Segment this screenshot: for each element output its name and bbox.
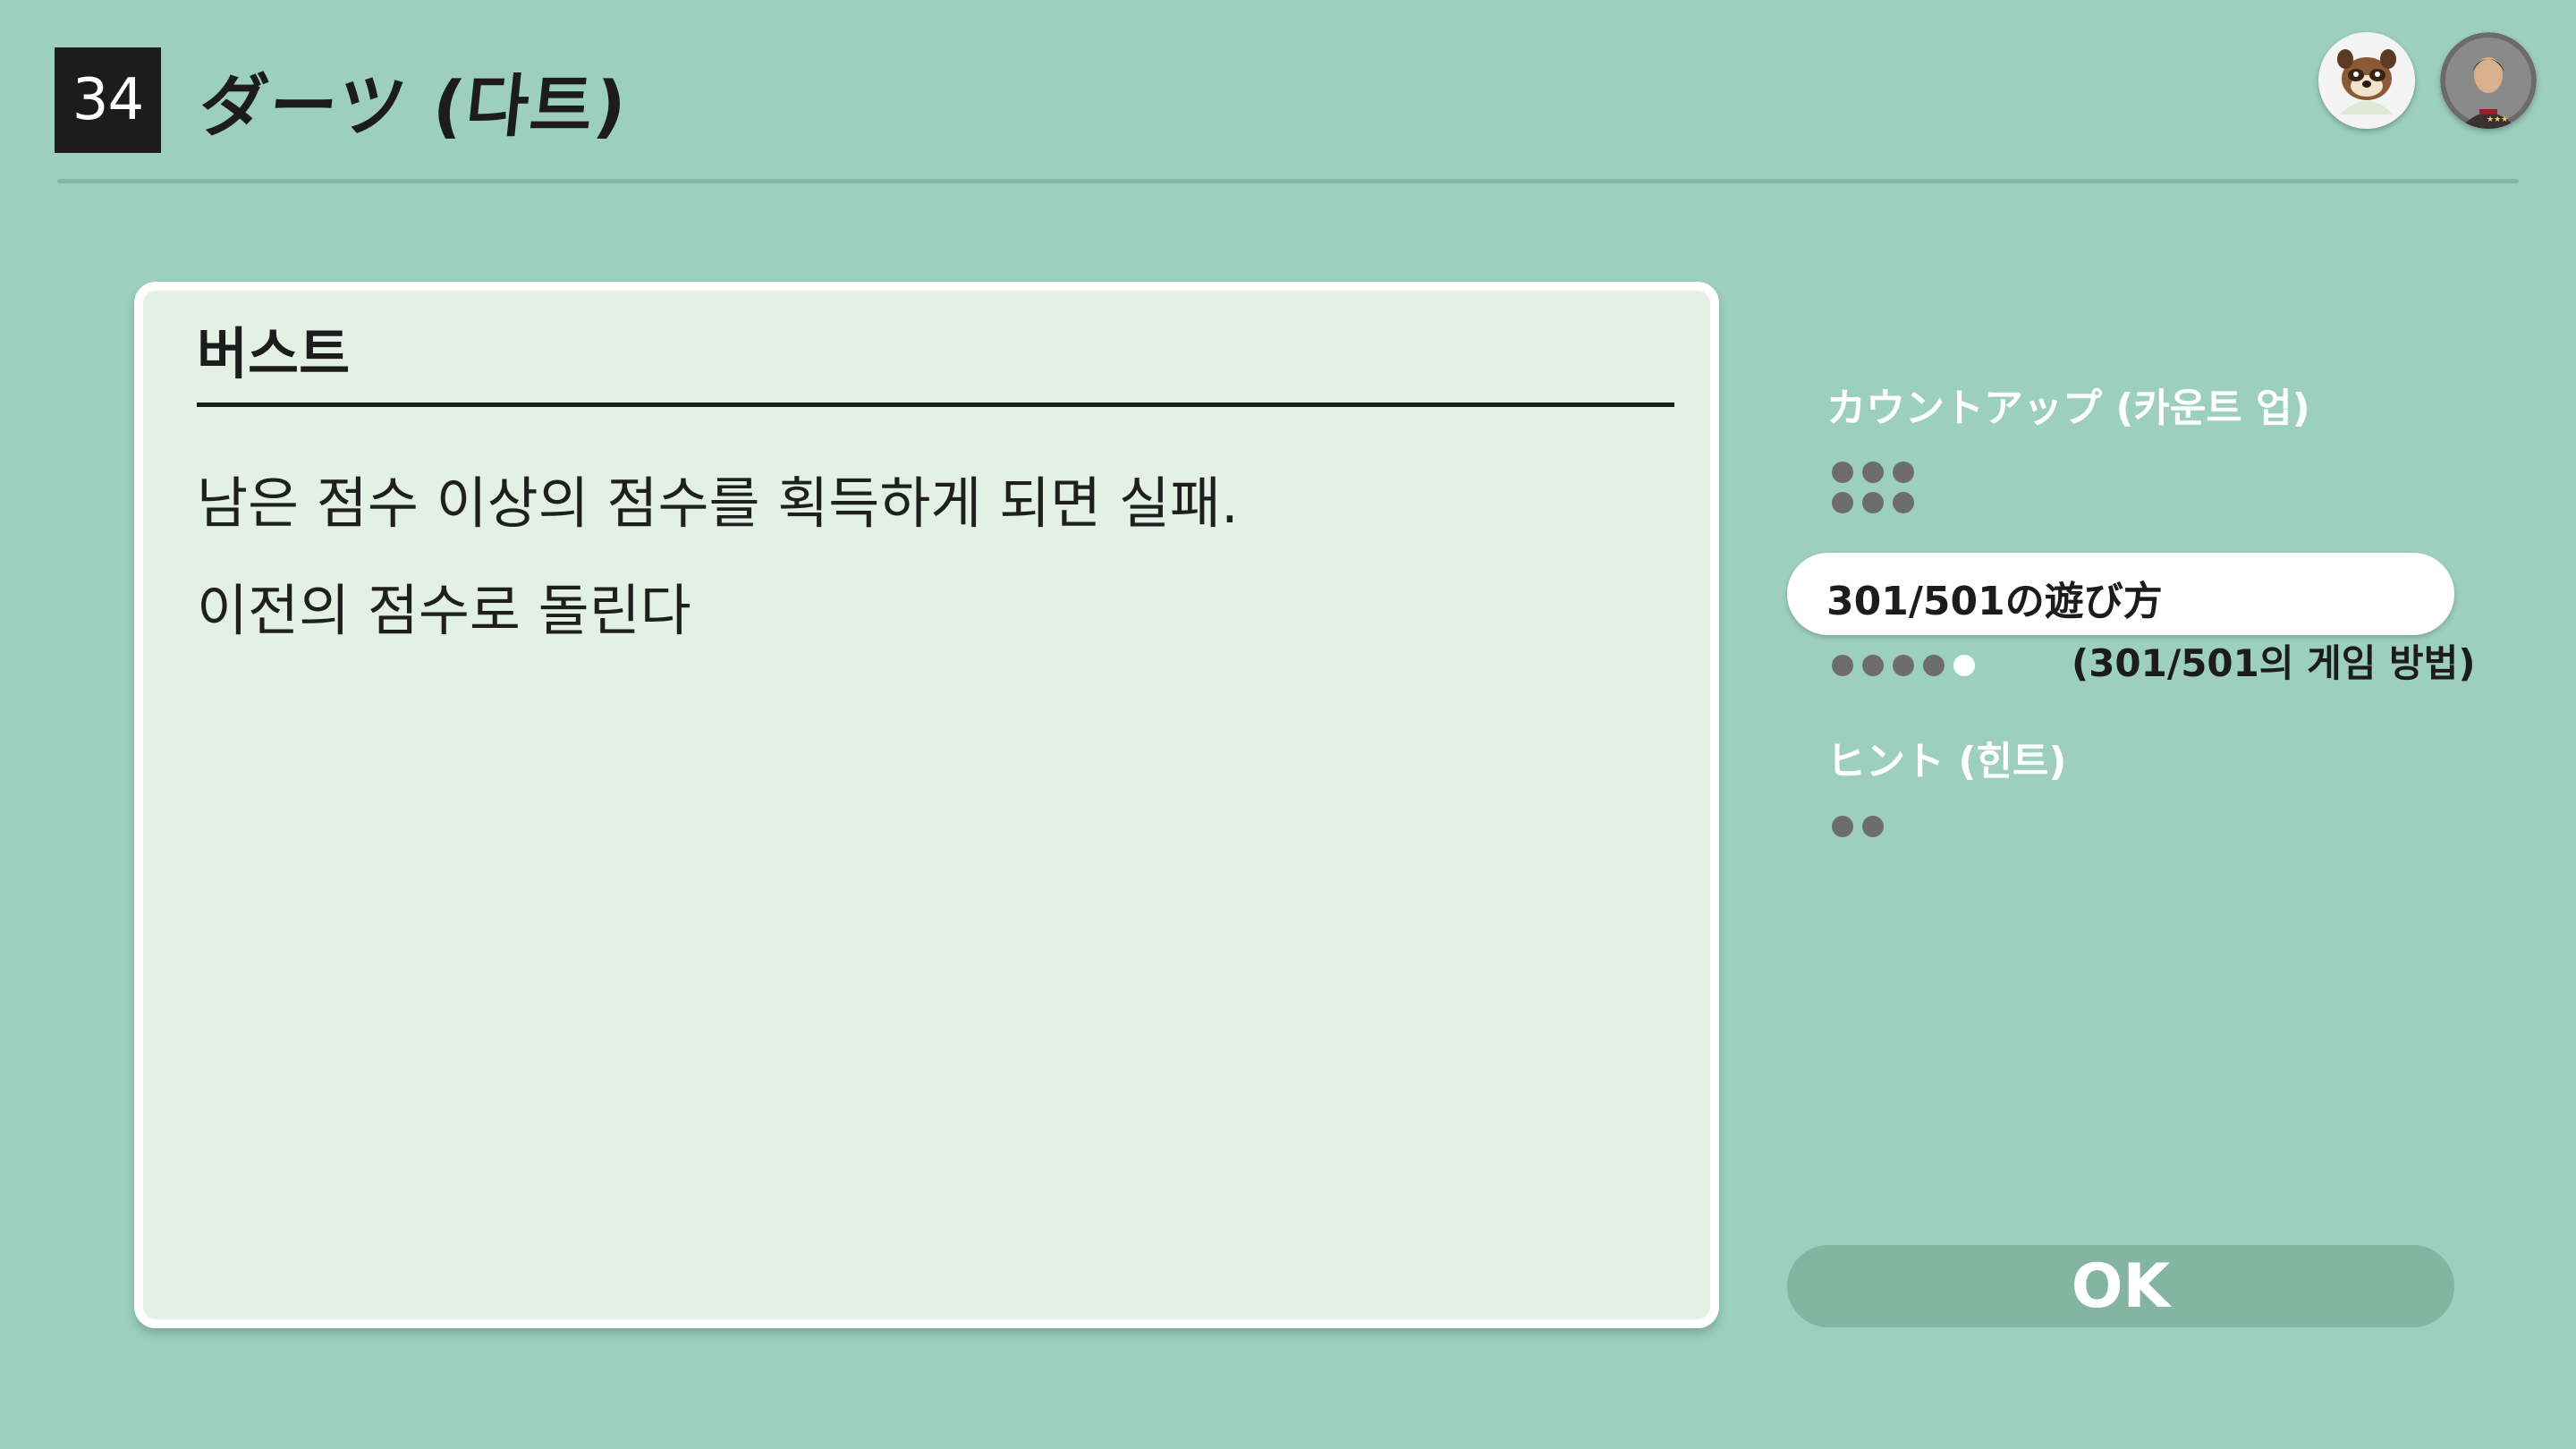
sidebar-item-301-501[interactable]: 301/501の遊び方 xyxy=(1787,553,2454,635)
sidebar-item-hint[interactable]: ヒント (힌트) xyxy=(1826,729,2067,786)
page-dot xyxy=(1832,816,1853,837)
page-dot xyxy=(1832,492,1853,513)
sidebar-item-label: 301/501の遊び方 xyxy=(1826,579,2163,624)
page-indicator-hint xyxy=(1832,816,1884,837)
selected-item-subtitle: (301/501의 게임 방법) xyxy=(2072,641,2476,685)
page-dot-current xyxy=(1953,655,1975,676)
page-dot xyxy=(1893,655,1914,676)
panel-line: 남은 점수 이상의 점수를 획득하게 되면 실패. xyxy=(197,470,1239,536)
page-dot xyxy=(1862,816,1884,837)
page-dot xyxy=(1893,492,1914,513)
page-title: ダーツ (다트) xyxy=(195,66,632,146)
sidebar-item-count-up[interactable]: カウントアップ (카운트 업) xyxy=(1826,376,2310,433)
page-dot xyxy=(1862,462,1884,483)
panel-line: 이전의 점수로 돌린다 xyxy=(197,578,691,643)
page-dot xyxy=(1923,655,1945,676)
sidebar: カウントアップ (카운트 업) 301/501の遊び方 (301/501의 게임… xyxy=(1787,0,2521,1449)
page-dot xyxy=(1832,462,1853,483)
page-dot xyxy=(1832,655,1853,676)
page-dot xyxy=(1893,462,1914,483)
description-panel: 버스트 남은 점수 이상의 점수를 획득하게 되면 실패. 이전의 점수로 돌린… xyxy=(134,282,1719,1328)
page-indicator-301-501 xyxy=(1832,655,1975,676)
panel-heading: 버스트 xyxy=(197,314,1674,407)
ok-button[interactable]: OK xyxy=(1787,1245,2454,1327)
panel-body: 남은 점수 이상의 점수를 획득하게 되면 실패. 이전의 점수로 돌린다 xyxy=(197,450,1674,665)
page-dot xyxy=(1862,655,1884,676)
page-dot xyxy=(1862,492,1884,513)
game-number-badge: 34 xyxy=(55,47,161,153)
header: 34 ダーツ (다트) xyxy=(55,47,631,153)
page-indicator-count-up xyxy=(1832,462,1914,513)
